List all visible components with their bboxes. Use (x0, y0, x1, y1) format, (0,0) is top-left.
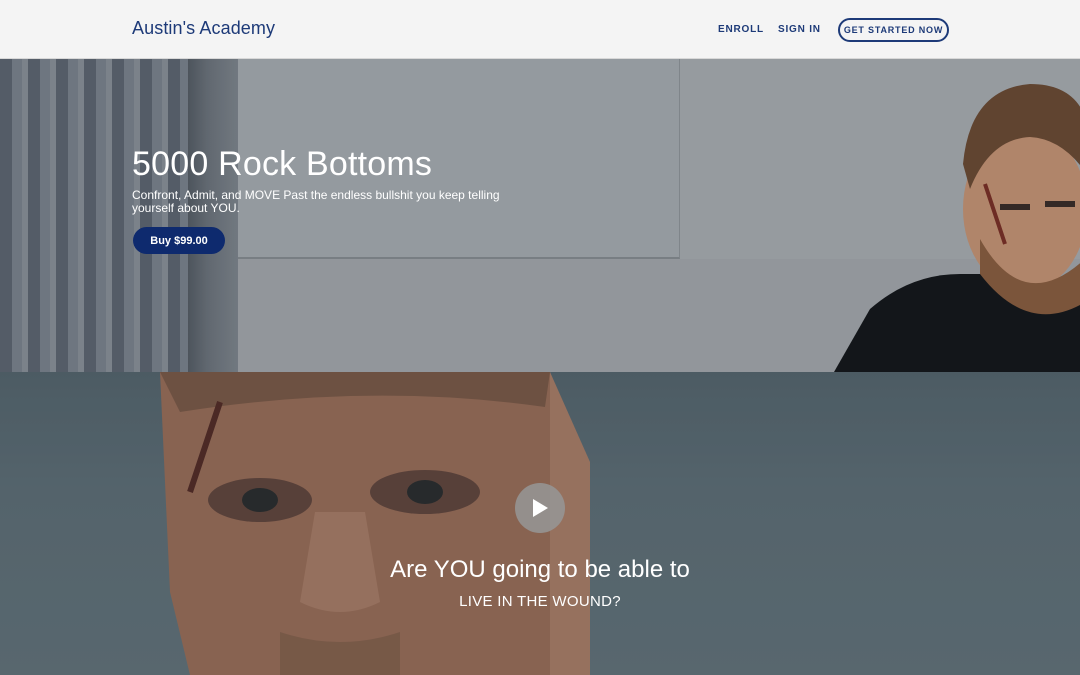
play-icon (533, 499, 548, 517)
play-button[interactable] (515, 483, 565, 533)
buy-button[interactable]: Buy $99.00 (133, 227, 225, 254)
get-started-button[interactable]: GET STARTED NOW (838, 18, 949, 42)
enroll-link[interactable]: ENROLL (718, 24, 764, 35)
hero-title: 5000 Rock Bottoms (132, 145, 433, 183)
video-section: Are YOU going to be able to LIVE IN THE … (0, 372, 1080, 675)
video-subheading: LIVE IN THE WOUND? (459, 593, 621, 610)
brand-logo-link[interactable]: Austin's Academy (132, 18, 275, 39)
sign-in-link[interactable]: SIGN IN (778, 24, 821, 35)
hero-subtitle: Confront, Admit, and MOVE Past the endle… (132, 188, 500, 215)
hero-overlay (0, 59, 1080, 372)
site-header: Austin's Academy ENROLL SIGN IN GET STAR… (0, 0, 1080, 59)
video-heading: Are YOU going to be able to (390, 556, 690, 583)
hero-section: 5000 Rock Bottoms Confront, Admit, and M… (0, 59, 1080, 372)
